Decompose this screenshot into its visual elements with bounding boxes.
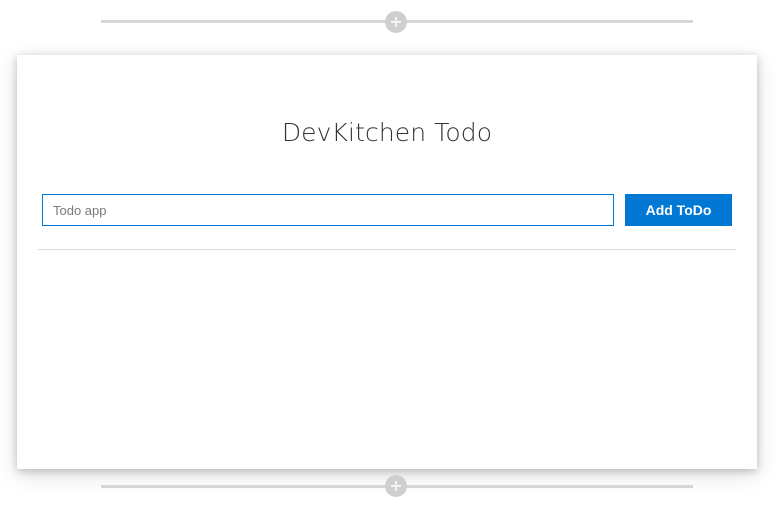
page-title: DevKitchen Todo bbox=[281, 118, 493, 147]
add-section-top-button[interactable] bbox=[385, 11, 407, 33]
todo-webpart: DevKitchen Todo Add ToDo bbox=[17, 55, 757, 469]
list-divider bbox=[38, 249, 736, 250]
add-todo-button[interactable]: Add ToDo bbox=[625, 194, 732, 226]
todo-input[interactable] bbox=[42, 194, 614, 226]
add-section-bottom-button[interactable] bbox=[385, 475, 407, 497]
todo-list bbox=[38, 255, 736, 455]
page-canvas: DevKitchen Todo Add ToDo bbox=[0, 0, 783, 506]
